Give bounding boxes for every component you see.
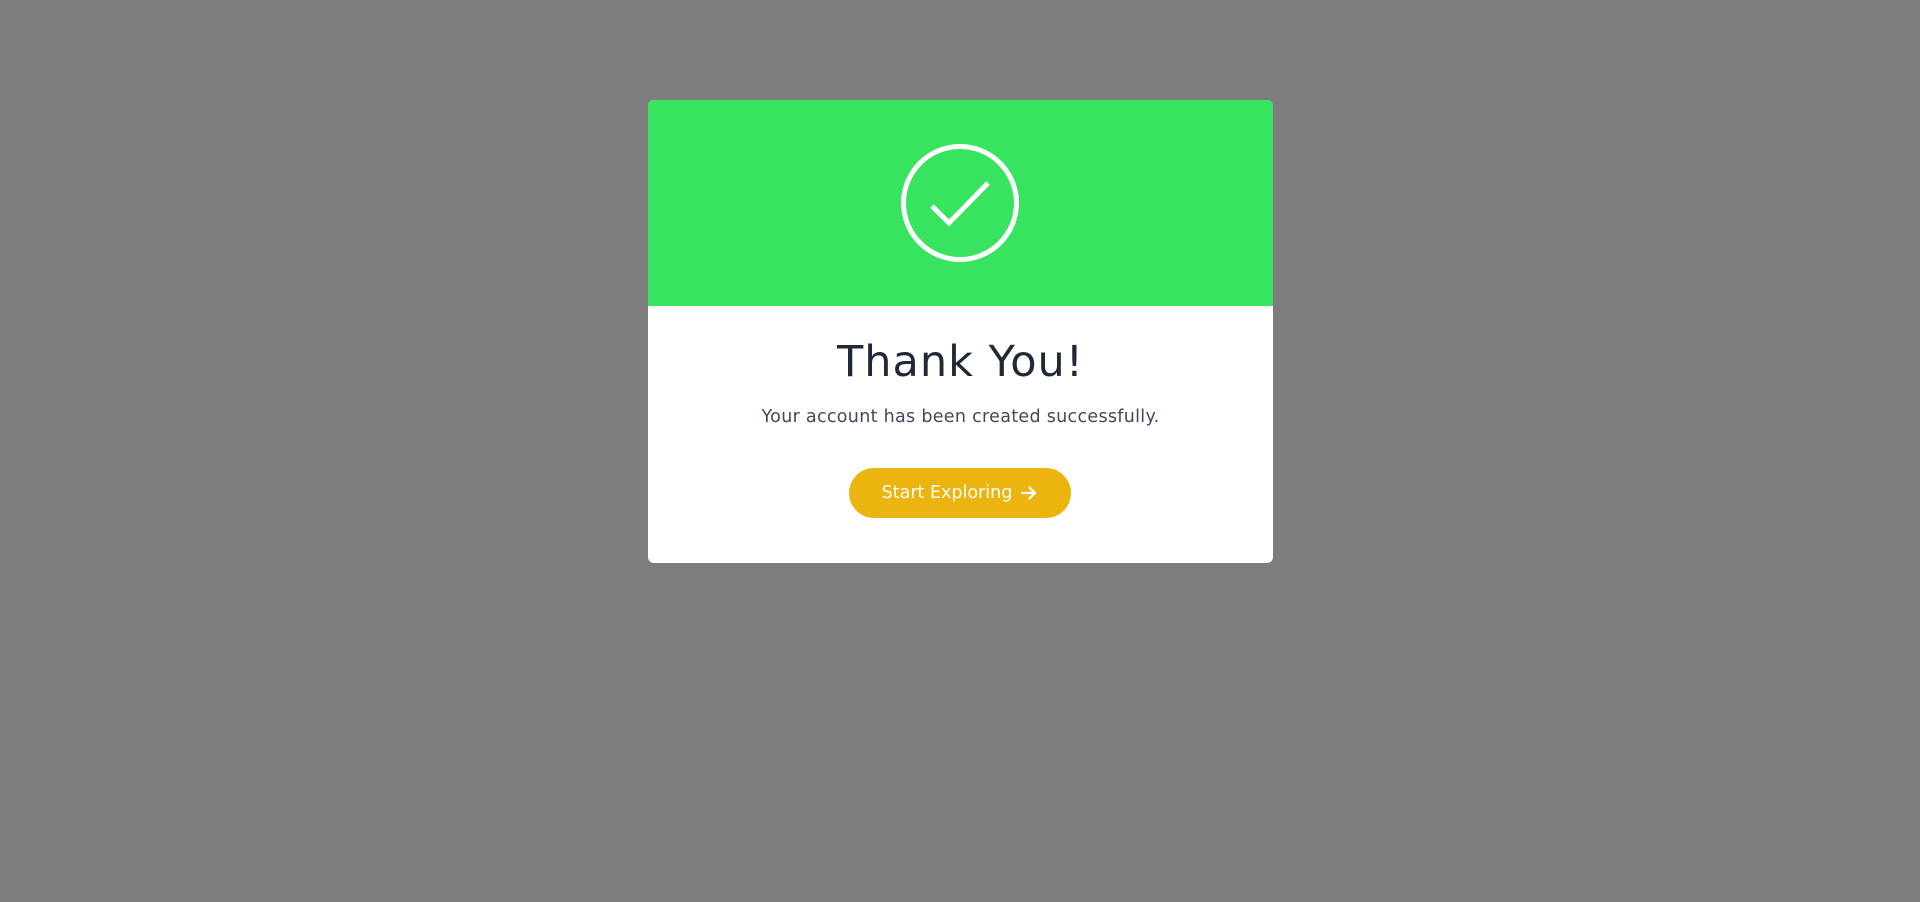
arrow-right-icon — [1021, 486, 1037, 500]
success-modal: Thank You! Your account has been created… — [648, 100, 1273, 563]
modal-title: Thank You! — [836, 337, 1085, 387]
start-exploring-button[interactable]: Start Exploring — [849, 468, 1071, 518]
start-exploring-label: Start Exploring — [881, 483, 1013, 503]
modal-header — [648, 100, 1273, 306]
check-circle-icon — [901, 144, 1019, 262]
modal-body: Thank You! Your account has been created… — [648, 306, 1273, 563]
success-message: Your account has been created successful… — [761, 407, 1160, 427]
